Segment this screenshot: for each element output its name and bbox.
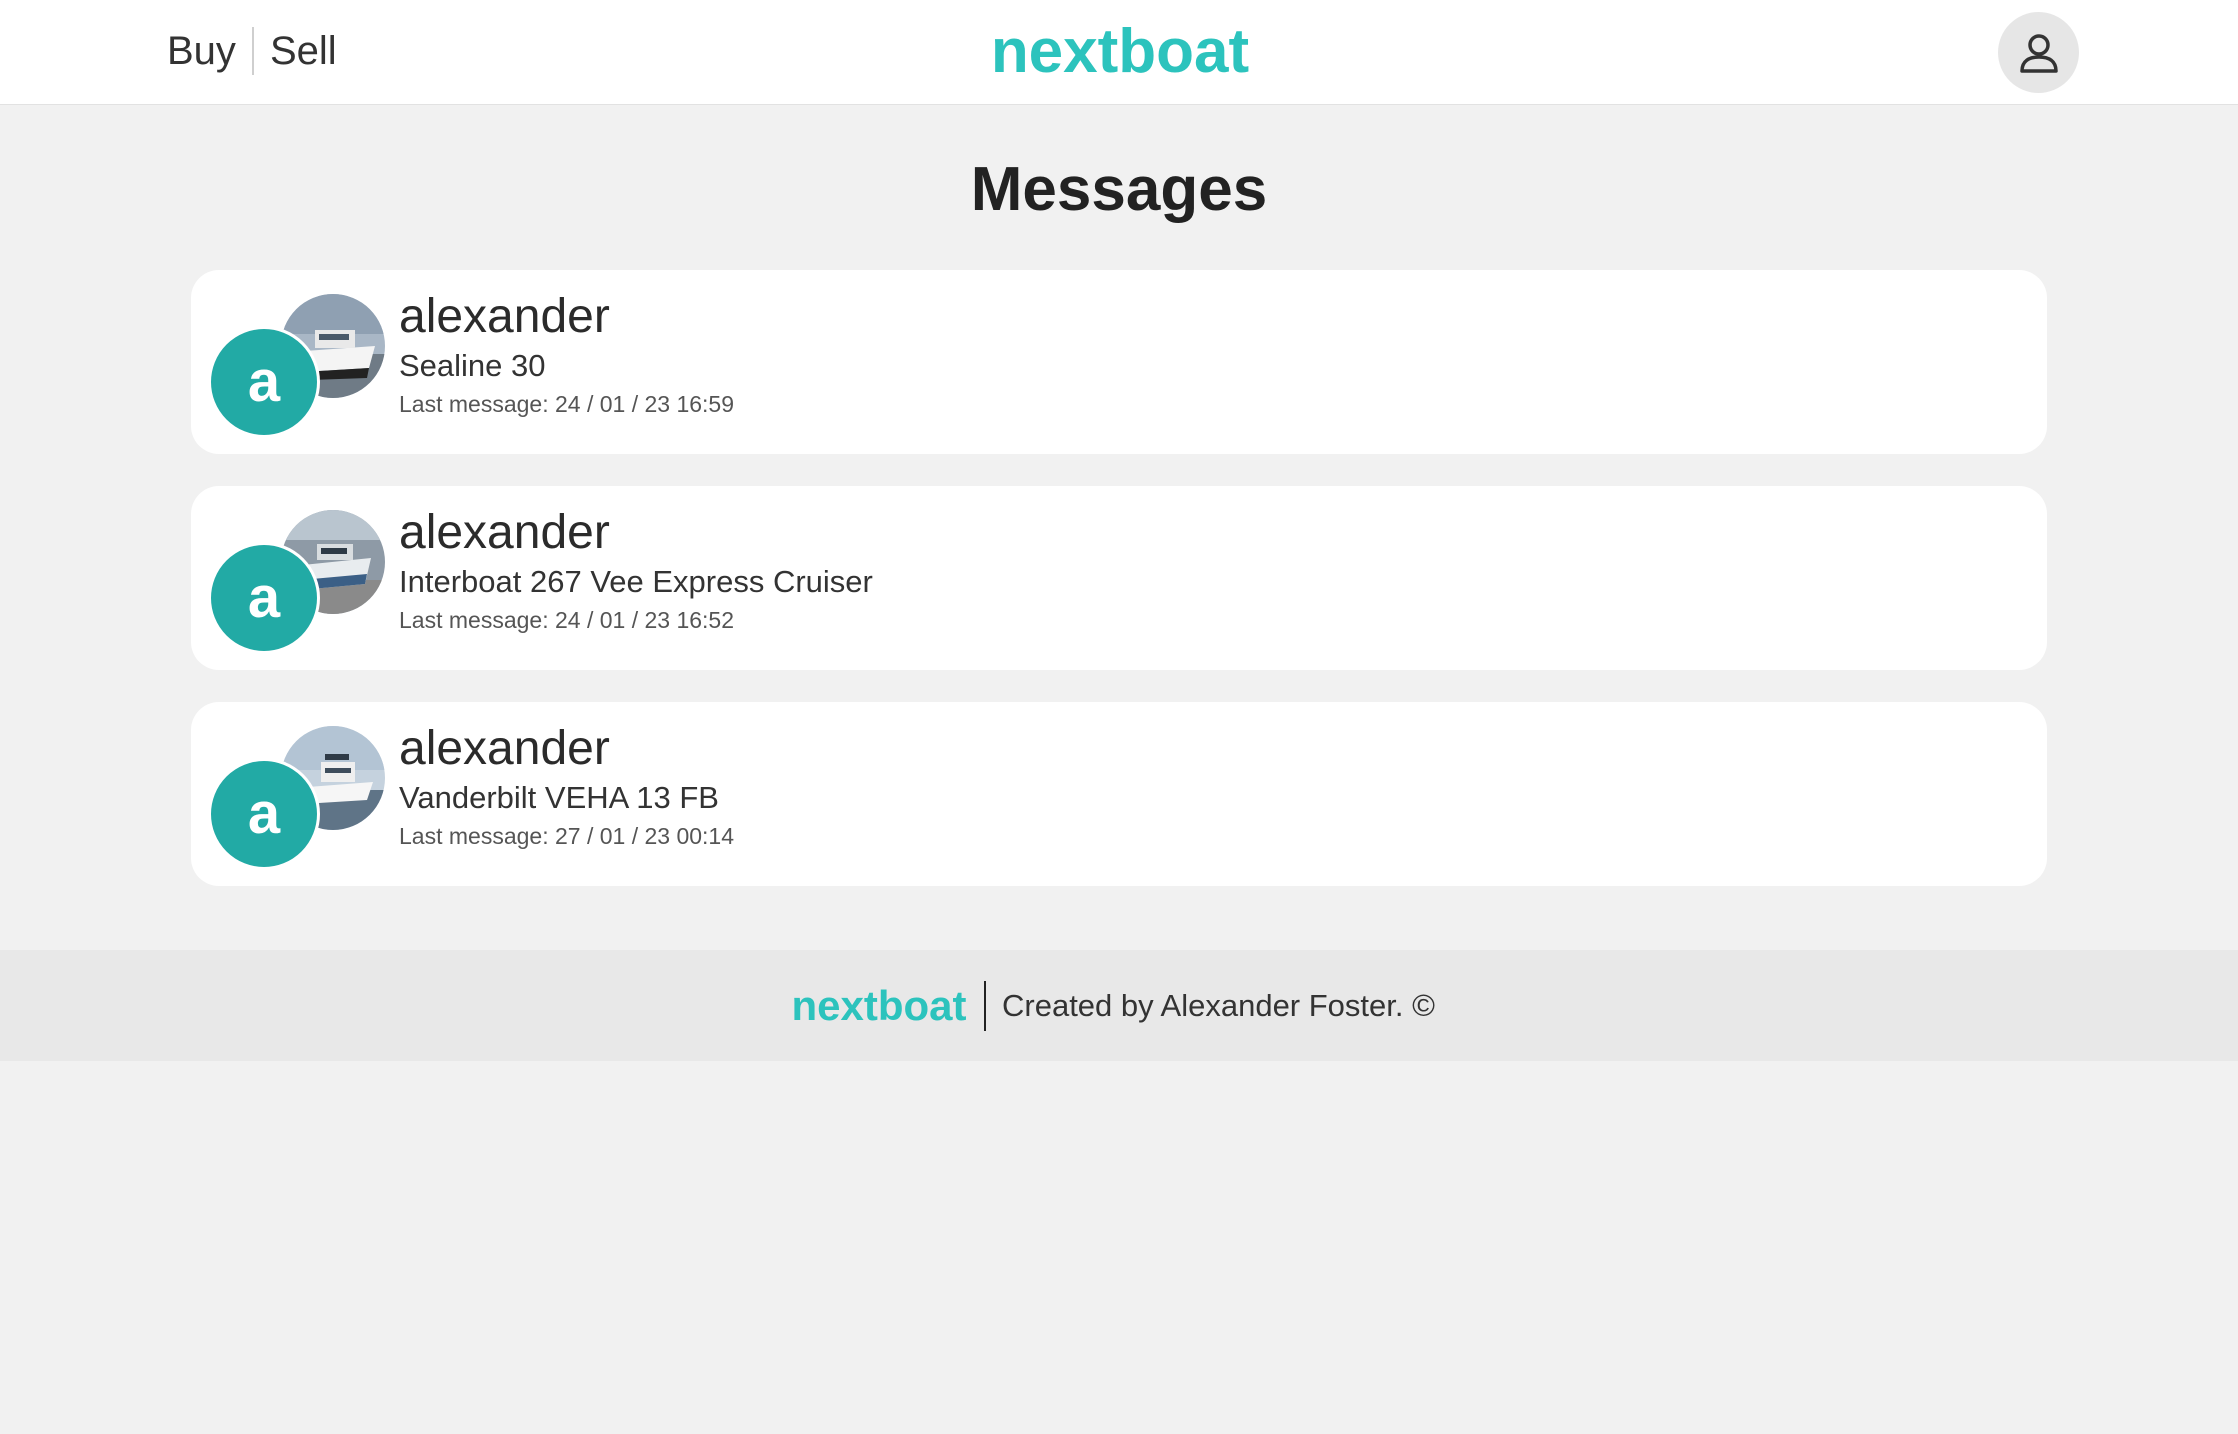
boat-title: Sealine 30	[399, 348, 546, 383]
footer-credit: Created by Alexander Foster. ©	[1002, 988, 1435, 1023]
footer-content: nextboat Created by Alexander Foster. ©	[788, 978, 1435, 1034]
nextboat-logo[interactable]: nextboat	[980, 10, 1260, 90]
footer-logo-text: nextboat	[791, 982, 966, 1029]
sender-name: alexander	[399, 722, 610, 775]
main-nav: Buy Sell	[167, 26, 337, 76]
conversation-item[interactable]: a alexander Interboat 267 Vee Express Cr…	[191, 486, 2047, 670]
conversation-list: a alexander Sealine 30 Last message: 24 …	[191, 270, 2047, 918]
footer-logo[interactable]: nextboat	[788, 978, 970, 1034]
conversation-text: alexander Interboat 267 Vee Express Crui…	[399, 504, 873, 636]
conversation-item[interactable]: a alexander Vanderbilt VEHA 13 FB Last m…	[191, 702, 2047, 886]
nav-divider	[251, 27, 254, 75]
conversation-item[interactable]: a alexander Sealine 30 Last message: 24 …	[191, 270, 2047, 454]
user-avatar: a	[208, 326, 320, 438]
nav-sell-link[interactable]: Sell	[270, 29, 337, 74]
boat-title: Vanderbilt VEHA 13 FB	[399, 780, 719, 815]
footer-divider	[984, 981, 986, 1031]
site-footer: nextboat Created by Alexander Foster. ©	[0, 950, 2238, 1061]
page-title: Messages	[970, 155, 1268, 224]
last-message-time: Last message: 24 / 01 / 23 16:59	[399, 391, 735, 417]
user-avatar: a	[208, 758, 320, 870]
user-icon	[2019, 33, 2058, 73]
conversation-text: alexander Vanderbilt VEHA 13 FB Last mes…	[399, 720, 734, 852]
sender-name: alexander	[399, 506, 610, 559]
profile-button[interactable]	[1998, 12, 2079, 93]
sender-name: alexander	[399, 290, 610, 343]
top-header: Buy Sell nextboat	[0, 0, 2238, 105]
user-avatar: a	[208, 542, 320, 654]
boat-title: Interboat 267 Vee Express Cruiser	[399, 564, 873, 599]
last-message-time: Last message: 27 / 01 / 23 00:14	[399, 823, 735, 849]
nav-buy-link[interactable]: Buy	[167, 29, 236, 74]
logo-text: nextboat	[991, 17, 1249, 86]
last-message-time: Last message: 24 / 01 / 23 16:52	[399, 607, 735, 633]
conversation-text: alexander Sealine 30 Last message: 24 / …	[399, 288, 734, 420]
